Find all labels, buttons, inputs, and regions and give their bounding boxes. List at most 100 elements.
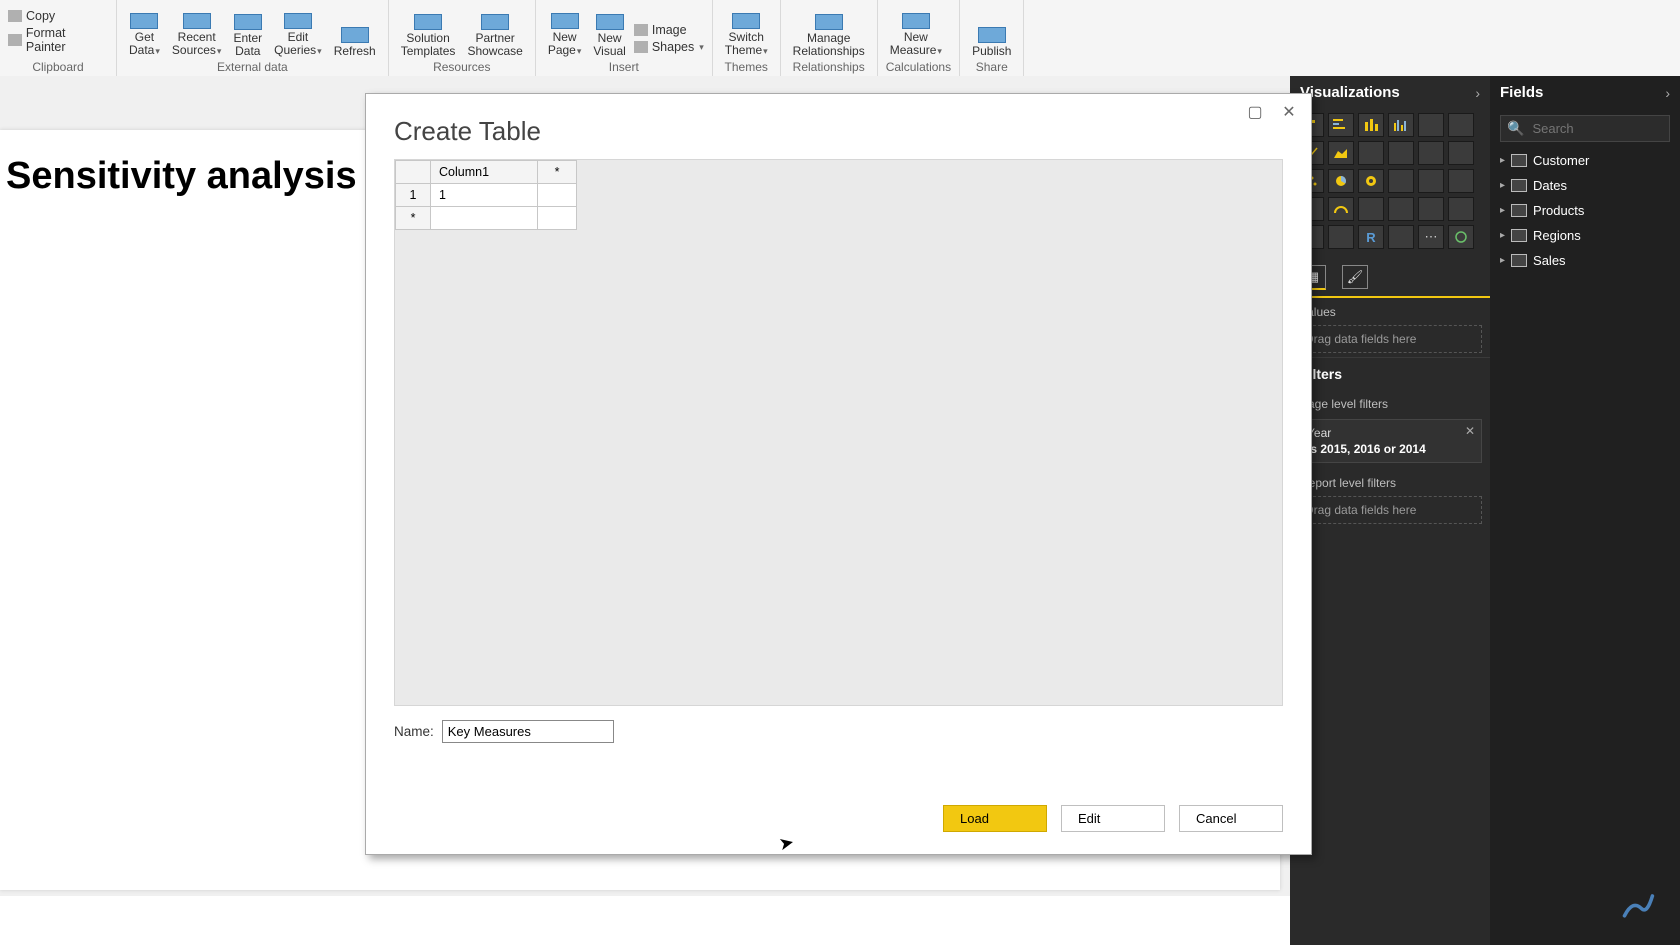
new-visual-button[interactable]: New Visual xyxy=(589,8,629,58)
page-title: Sensitivity analysis xyxy=(6,155,357,198)
table-item-regions[interactable]: ▸ Regions xyxy=(1490,223,1680,248)
values-drop-area[interactable]: Drag data fields here xyxy=(1298,325,1482,353)
format-tab-icon[interactable]: 🖌 xyxy=(1342,265,1368,289)
viz-stacked-area[interactable] xyxy=(1358,141,1384,165)
row-index: 1 xyxy=(396,184,431,207)
edit-queries-button[interactable]: Edit Queries▾ xyxy=(270,8,326,58)
viz-gauge[interactable] xyxy=(1328,197,1354,221)
shapes-button[interactable]: Shapes▾ xyxy=(634,40,704,54)
viz-card[interactable] xyxy=(1358,197,1384,221)
filter-chip-year[interactable]: Year is 2015, 2016 or 2014 ✕ xyxy=(1298,419,1482,463)
empty-cell[interactable] xyxy=(538,184,577,207)
group-label-external: External data xyxy=(125,58,380,76)
format-painter-button[interactable]: Format Painter xyxy=(8,26,108,54)
fields-search[interactable]: 🔍 xyxy=(1500,115,1670,142)
load-button[interactable]: Load xyxy=(943,805,1047,832)
viz-donut[interactable] xyxy=(1358,169,1384,193)
expand-icon: ▸ xyxy=(1500,180,1505,191)
group-label-insert: Insert xyxy=(544,58,704,76)
filters-header: Filters xyxy=(1290,357,1490,390)
group-label-relationships: Relationships xyxy=(789,58,869,76)
report-filters-drop-area[interactable]: Drag data fields here xyxy=(1298,496,1482,524)
viz-clustered-bar[interactable] xyxy=(1328,113,1354,137)
table-icon xyxy=(1511,154,1527,167)
viz-100-stacked-bar[interactable] xyxy=(1418,113,1444,137)
viz-treemap[interactable] xyxy=(1388,169,1414,193)
dialog-close-button[interactable]: ✕ xyxy=(1275,102,1303,124)
new-measure-button[interactable]: New Measure▾ xyxy=(886,8,946,58)
collapse-viz-icon[interactable]: › xyxy=(1475,85,1480,101)
create-table-dialog: ▢ ✕ Create Table Column1 * 1 1 * Name: xyxy=(365,93,1312,855)
switch-theme-button[interactable]: Switch Theme▾ xyxy=(721,8,772,58)
viz-pie[interactable] xyxy=(1328,169,1354,193)
viz-waterfall[interactable] xyxy=(1448,141,1474,165)
copy-button[interactable]: Copy xyxy=(8,9,108,23)
viz-kpi[interactable] xyxy=(1418,197,1444,221)
fields-search-input[interactable] xyxy=(1530,120,1663,137)
viz-arcgis[interactable] xyxy=(1388,225,1414,249)
table-icon xyxy=(1511,204,1527,217)
corner-cell xyxy=(396,161,431,184)
table-name: Regions xyxy=(1533,228,1581,243)
viz-filled-map[interactable] xyxy=(1448,169,1474,193)
table-item-dates[interactable]: ▸Dates xyxy=(1490,173,1680,198)
page-filters-label: Page level filters xyxy=(1290,390,1490,413)
viz-line-column[interactable] xyxy=(1388,141,1414,165)
fields-pane: Fields › 🔍 ▸Customer▸Dates▸Products▸Regi… xyxy=(1490,76,1680,945)
filter-chip-remove-icon[interactable]: ✕ xyxy=(1465,424,1475,438)
search-icon: 🔍 xyxy=(1507,120,1524,137)
add-column-button[interactable]: * xyxy=(538,161,577,184)
partner-showcase-button[interactable]: Partner Showcase xyxy=(463,8,526,58)
new-page-button[interactable]: New Page▾ xyxy=(544,8,586,58)
viz-area[interactable] xyxy=(1328,141,1354,165)
values-label: Values xyxy=(1290,298,1490,321)
column-header[interactable]: Column1 xyxy=(431,161,538,184)
new-row-button[interactable]: * xyxy=(396,207,431,230)
viz-multi-card[interactable] xyxy=(1388,197,1414,221)
manage-relationships-button[interactable]: Manage Relationships xyxy=(789,8,869,58)
viz-stacked-column[interactable] xyxy=(1358,113,1384,137)
report-filters-label: Report level filters xyxy=(1290,469,1490,492)
filter-chip-desc: is 2015, 2016 or 2014 xyxy=(1307,442,1473,456)
cancel-button[interactable]: Cancel xyxy=(1179,805,1283,832)
data-cell[interactable]: 1 xyxy=(431,184,538,207)
viz-globe[interactable] xyxy=(1448,225,1474,249)
get-data-button[interactable]: Get Data▾ xyxy=(125,8,164,58)
dialog-title: Create Table xyxy=(366,94,1311,159)
table-name: Products xyxy=(1533,203,1584,218)
table-item-sales[interactable]: ▸Sales xyxy=(1490,248,1680,273)
visualization-gallery: R ⋯ xyxy=(1290,109,1490,259)
empty-new-cell2[interactable] xyxy=(538,207,577,230)
recent-sources-button[interactable]: Recent Sources▾ xyxy=(168,8,226,58)
table-item-customer[interactable]: ▸Customer xyxy=(1490,148,1680,173)
publish-button[interactable]: Publish xyxy=(968,8,1015,58)
viz-slicer[interactable] xyxy=(1448,197,1474,221)
table-icon xyxy=(1511,179,1527,192)
table-name: Customer xyxy=(1533,153,1589,168)
mouse-cursor-icon: ➤ xyxy=(777,832,796,856)
viz-100-stacked-column[interactable] xyxy=(1448,113,1474,137)
empty-new-cell[interactable] xyxy=(431,207,538,230)
solution-templates-button[interactable]: Solution Templates xyxy=(397,8,460,58)
edit-button[interactable]: Edit xyxy=(1061,805,1165,832)
brand-logo-icon xyxy=(1620,887,1656,923)
data-grid[interactable]: Column1 * 1 1 * xyxy=(394,159,1283,706)
viz-r-script[interactable]: R xyxy=(1358,225,1384,249)
dialog-maximize-button[interactable]: ▢ xyxy=(1241,102,1269,124)
image-button[interactable]: Image xyxy=(634,23,704,37)
enter-data-button[interactable]: Enter Data xyxy=(229,8,266,58)
viz-ribbon[interactable] xyxy=(1418,141,1444,165)
group-label-clipboard: Clipboard xyxy=(8,58,108,76)
collapse-fields-icon[interactable]: › xyxy=(1665,85,1670,101)
expand-icon: ▸ xyxy=(1500,230,1505,241)
viz-map[interactable] xyxy=(1418,169,1444,193)
table-name-input[interactable] xyxy=(442,720,614,743)
refresh-button[interactable]: Refresh xyxy=(330,8,380,58)
viz-custom-import[interactable]: ⋯ xyxy=(1418,225,1444,249)
visualizations-pane: Visualizations › R ⋯ ▦ xyxy=(1290,76,1490,945)
viz-matrix[interactable] xyxy=(1328,225,1354,249)
viz-clustered-column[interactable] xyxy=(1388,113,1414,137)
format-tabs: ▦ 🖌 xyxy=(1290,259,1490,298)
expand-icon: ▸ xyxy=(1500,255,1505,266)
table-item-products[interactable]: ▸Products xyxy=(1490,198,1680,223)
